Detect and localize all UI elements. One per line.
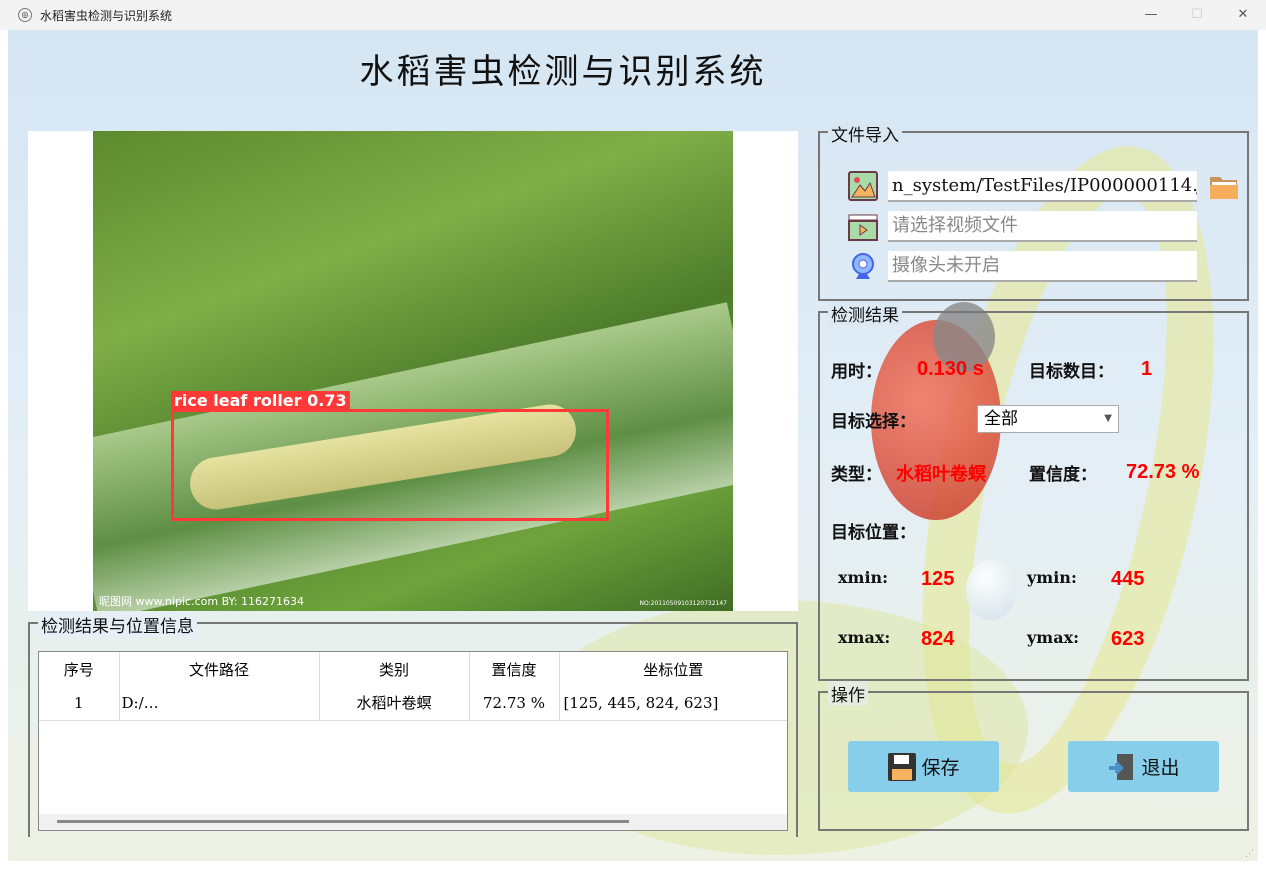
target-select-label: 目标选择： <box>831 412 916 432</box>
cell-index: 1 <box>39 686 120 721</box>
image-file-icon[interactable] <box>848 171 878 201</box>
cell-coords: [125, 445, 824, 623] <box>559 686 787 721</box>
time-label: 用时： <box>831 362 882 382</box>
image-path-input[interactable]: n_system/TestFiles/IP000000114.jpg <box>888 171 1197 202</box>
confidence-value: 72.73 % <box>1126 461 1200 483</box>
video-file-icon[interactable] <box>848 211 878 241</box>
col-header[interactable]: 类别 <box>319 652 470 686</box>
watermark: 昵图网 www.nipic.com BY: 116271634 <box>99 595 304 608</box>
time-value: 0.130 s <box>917 358 984 380</box>
folder-open-icon[interactable] <box>1209 171 1239 201</box>
video-path-input[interactable]: 请选择视频文件 <box>888 211 1197 242</box>
ymax-label: ymax: <box>1027 628 1080 647</box>
resize-grip-icon[interactable]: ⋰ <box>1245 849 1254 859</box>
file-import-title: 文件导入 <box>828 121 902 146</box>
main-window: 水稻害虫检测与识别系统 rice leaf roller 0.73 昵图网 ww… <box>8 30 1258 861</box>
xmin-value: 125 <box>921 568 955 590</box>
col-header[interactable]: 文件路径 <box>119 652 320 686</box>
results-title: 检测结果 <box>828 301 902 326</box>
window-title: 水稻害虫检测与识别系统 <box>40 8 173 23</box>
position-label: 目标位置： <box>831 523 916 543</box>
bounding-box <box>171 409 609 521</box>
close-button[interactable]: ✕ <box>1220 0 1266 30</box>
col-header[interactable]: 坐标位置 <box>559 652 787 686</box>
bounding-box-label: rice leaf roller 0.73 <box>171 391 350 411</box>
cell-path: D:/… <box>119 686 320 721</box>
xmax-label: xmax: <box>838 628 891 647</box>
confidence-label: 置信度： <box>1029 465 1097 485</box>
page-title: 水稻害虫检测与识别系统 <box>359 52 767 92</box>
exit-door-icon <box>1109 753 1134 780</box>
save-button[interactable]: 保存 <box>848 741 999 792</box>
type-label: 类型： <box>831 465 882 485</box>
table-group-title: 检测结果与位置信息 <box>38 612 197 637</box>
table-header: 序号 文件路径 类别 置信度 坐标位置 <box>39 652 787 686</box>
title-bar: ◎ 水稻害虫检测与识别系统 — ☐ ✕ <box>0 0 1266 30</box>
results-table[interactable]: 序号 文件路径 类别 置信度 坐标位置 1 D:/… 水稻叶卷螟 72.73 %… <box>38 651 788 831</box>
chevron-down-icon: ▼ <box>1104 413 1112 424</box>
count-value: 1 <box>1141 358 1153 380</box>
scrollbar-thumb[interactable] <box>57 820 629 823</box>
col-header[interactable]: 序号 <box>39 652 120 686</box>
actions-title: 操作 <box>828 681 868 706</box>
detection-image: rice leaf roller 0.73 昵图网 www.nipic.com … <box>93 131 733 611</box>
maximize-button[interactable]: ☐ <box>1174 0 1220 30</box>
target-select-value: 全部 <box>984 409 1018 429</box>
app-icon: ◎ <box>18 8 32 22</box>
target-select[interactable]: 全部 ▼ <box>977 405 1119 433</box>
xmax-value: 824 <box>921 628 955 650</box>
cell-confidence: 72.73 % <box>469 686 560 721</box>
xmin-label: xmin: <box>838 568 889 587</box>
count-label: 目标数目： <box>1029 362 1114 382</box>
exit-label: 退出 <box>1141 757 1180 779</box>
save-label: 保存 <box>921 757 960 779</box>
ymin-value: 445 <box>1111 568 1145 590</box>
save-icon <box>888 752 917 781</box>
col-header[interactable]: 置信度 <box>469 652 560 686</box>
type-value: 水稻叶卷螟 <box>896 464 986 485</box>
camera-icon[interactable] <box>848 251 878 281</box>
horizontal-scrollbar[interactable] <box>39 814 787 830</box>
watermark-id: NO:20110509103120732147 <box>639 600 727 607</box>
image-display: rice leaf roller 0.73 昵图网 www.nipic.com … <box>28 131 798 611</box>
camera-input[interactable]: 摄像头未开启 <box>888 251 1197 282</box>
table-row[interactable]: 1 D:/… 水稻叶卷螟 72.73 % [125, 445, 824, 623… <box>39 686 787 721</box>
minimize-button[interactable]: — <box>1128 0 1174 30</box>
ymin-label: ymin: <box>1027 568 1077 587</box>
exit-button[interactable]: 退出 <box>1068 741 1219 792</box>
ymax-value: 623 <box>1111 628 1145 650</box>
cell-class: 水稻叶卷螟 <box>319 686 470 721</box>
